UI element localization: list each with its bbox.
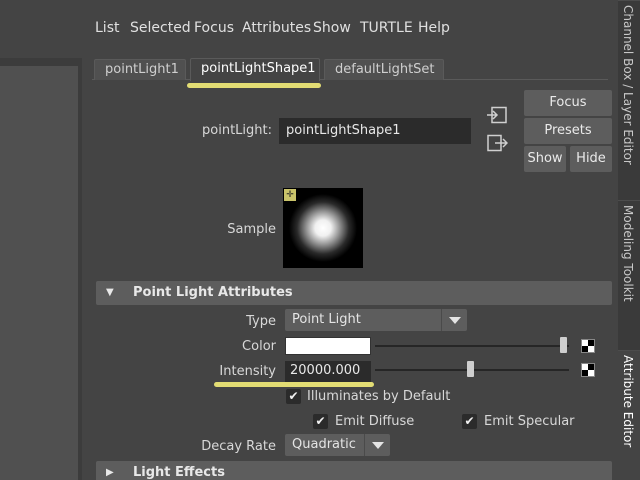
- intensity-field[interactable]: 20000.000: [285, 361, 371, 382]
- emit-diffuse-label: Emit Diffuse: [335, 414, 415, 429]
- section-point-light-attributes[interactable]: ▼ Point Light Attributes: [96, 281, 612, 305]
- color-map-icon[interactable]: [581, 339, 595, 353]
- decay-rate-value: Quadratic: [292, 437, 356, 452]
- load-node-icon[interactable]: [486, 106, 508, 124]
- expanded-triangle-icon: ▼: [106, 287, 114, 298]
- intensity-map-icon[interactable]: [581, 363, 595, 377]
- type-label: Type: [246, 314, 276, 329]
- intensity-slider-handle[interactable]: [467, 361, 474, 377]
- chevron-down-icon: [364, 434, 390, 456]
- intensity-label: Intensity: [219, 364, 276, 379]
- tab-pointlight1[interactable]: pointLight1: [94, 59, 186, 80]
- node-name-label: pointLight:: [202, 123, 272, 138]
- go-to-output-icon[interactable]: [486, 134, 508, 152]
- viewport-top: [0, 0, 82, 58]
- emit-specular-checkbox[interactable]: ✔: [462, 414, 477, 429]
- type-dropdown[interactable]: Point Light: [285, 309, 467, 331]
- color-slider-handle[interactable]: [560, 337, 567, 353]
- section-light-effects[interactable]: ▶ Light Effects: [96, 461, 612, 480]
- collapsed-triangle-icon: ▶: [106, 467, 114, 478]
- menu-list[interactable]: List: [95, 20, 119, 36]
- menu-bar: List Selected Focus Attributes Show TURT…: [82, 0, 618, 56]
- type-value: Point Light: [292, 312, 361, 327]
- focus-button[interactable]: Focus: [524, 90, 612, 116]
- dock-tab-channel-box[interactable]: Channel Box / Layer Editor: [618, 0, 640, 200]
- show-button[interactable]: Show: [524, 146, 566, 172]
- node-name-field[interactable]: pointLightShape1: [279, 118, 471, 144]
- menu-selected[interactable]: Selected: [130, 20, 191, 36]
- menu-show[interactable]: Show: [313, 20, 351, 36]
- presets-button[interactable]: Presets: [524, 118, 612, 144]
- color-swatch[interactable]: [285, 337, 371, 355]
- menu-attributes[interactable]: Attributes: [242, 20, 311, 36]
- hide-button[interactable]: Hide: [570, 146, 612, 172]
- menu-focus[interactable]: Focus: [194, 20, 234, 36]
- dock-tab-attribute-editor[interactable]: Attribute Editor: [618, 350, 640, 480]
- viewport-strip: [0, 0, 82, 480]
- tab-pointlightshape1[interactable]: pointLightShape1: [190, 58, 320, 81]
- menu-turtle[interactable]: TURTLE: [360, 20, 413, 36]
- illuminates-by-default-checkbox[interactable]: ✔: [286, 389, 301, 404]
- right-dock: Channel Box / Layer Editor Modeling Tool…: [618, 0, 640, 480]
- dock-tab-modeling-toolkit[interactable]: Modeling Toolkit: [618, 200, 640, 350]
- sample-swatch: ✛: [283, 188, 363, 268]
- decay-rate-dropdown[interactable]: Quadratic: [285, 434, 390, 456]
- emit-specular-label: Emit Specular: [484, 414, 575, 429]
- intensity-highlight-mark: [214, 382, 374, 387]
- menu-help[interactable]: Help: [418, 20, 450, 36]
- illuminates-by-default-label: Illuminates by Default: [307, 389, 451, 404]
- color-label: Color: [242, 339, 276, 354]
- decay-rate-label: Decay Rate: [201, 439, 276, 454]
- emit-diffuse-checkbox[interactable]: ✔: [313, 414, 328, 429]
- attribute-editor-panel: List Selected Focus Attributes Show TURT…: [82, 0, 618, 480]
- node-tabs: pointLight1 pointLightShape1 defaultLigh…: [92, 58, 608, 81]
- tab-highlight-mark: [187, 83, 321, 88]
- color-slider-track[interactable]: [375, 345, 569, 347]
- chevron-down-icon: [441, 309, 467, 331]
- sample-label: Sample: [227, 222, 276, 237]
- tab-defaultlightset[interactable]: defaultLightSet: [324, 59, 444, 80]
- viewport-panel[interactable]: [0, 66, 78, 480]
- pin-icon[interactable]: ✛: [284, 189, 296, 201]
